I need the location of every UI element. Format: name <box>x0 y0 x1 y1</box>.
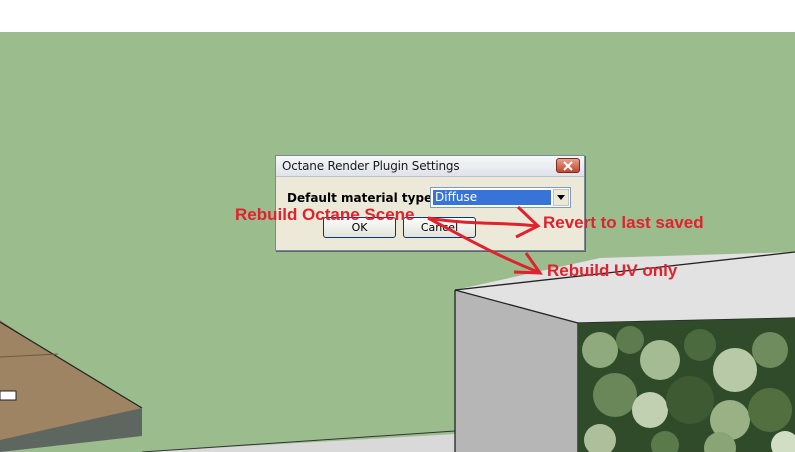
chevron-down-icon <box>557 195 565 200</box>
material-type-select[interactable]: Diffuse <box>430 187 571 208</box>
close-icon <box>563 160 573 171</box>
plugin-settings-dialog: Octane Render Plugin Settings Default ma… <box>275 155 585 251</box>
close-button[interactable] <box>556 158 580 173</box>
material-type-value: Diffuse <box>433 190 551 205</box>
annotation-revert-to-last-saved: Revert to last saved <box>543 213 704 232</box>
annotation-rebuild-uv-only: Rebuild UV only <box>547 261 678 280</box>
dialog-title: Octane Render Plugin Settings <box>282 159 460 173</box>
annotation-rebuild-octane-scene: Rebuild Octane Scene <box>235 205 415 224</box>
left-object-handle <box>0 390 17 401</box>
material-type-label: Default material type <box>287 191 433 205</box>
dropdown-button[interactable] <box>553 189 569 206</box>
dialog-titlebar[interactable]: Octane Render Plugin Settings <box>276 156 584 177</box>
